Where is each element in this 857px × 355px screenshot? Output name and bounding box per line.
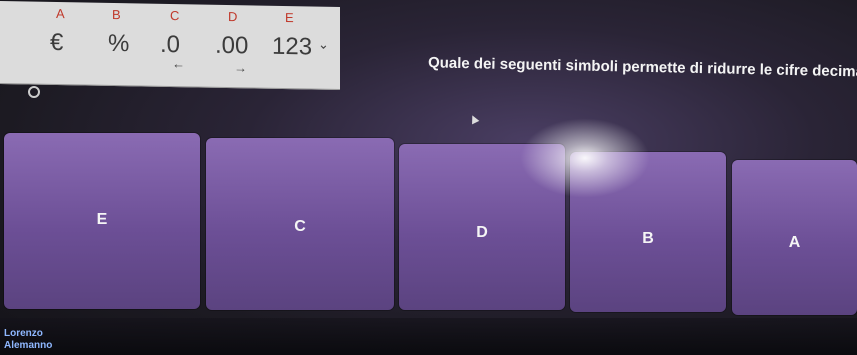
question-text: Quale dei seguenti simboli permette di r…	[427, 54, 857, 81]
answer-label: B	[642, 230, 654, 247]
answer-tile-1[interactable]: E	[4, 133, 200, 309]
answer-label: D	[476, 224, 488, 241]
label-c: C	[170, 8, 180, 24]
arrow-left-icon: ←	[172, 56, 185, 72]
answer-label: E	[96, 211, 108, 228]
increase-decimal-icon: .0	[160, 30, 181, 59]
footer-band	[0, 318, 857, 355]
zoom-icon[interactable]	[28, 86, 40, 98]
answer-tile-2[interactable]: C	[206, 138, 394, 310]
euro-icon: €	[50, 28, 64, 57]
player-first-name: Lorenzo	[4, 328, 43, 339]
number-format-icon: 123	[272, 32, 313, 61]
decrease-decimal-icon: .00	[215, 31, 249, 60]
number-format-toolbar-image: A B C D E € % .0 ← .00 → 123 ⌄	[0, 1, 340, 90]
label-b: B	[112, 6, 121, 23]
arrow-right-icon: →	[234, 60, 247, 76]
answer-tile-5[interactable]: A	[732, 160, 857, 315]
answer-tile-4[interactable]: B	[570, 152, 726, 312]
answer-tile-3[interactable]: D	[399, 144, 565, 310]
chevron-down-icon: ⌄	[318, 36, 329, 52]
player-last-name: Alemanno	[4, 340, 53, 351]
answer-label: A	[788, 234, 801, 251]
label-e: E	[285, 10, 294, 26]
label-d: D	[228, 9, 238, 25]
answer-label: C	[294, 218, 306, 235]
percent-icon: %	[108, 29, 130, 58]
mouse-cursor-icon	[468, 113, 480, 125]
label-a: A	[56, 6, 65, 22]
